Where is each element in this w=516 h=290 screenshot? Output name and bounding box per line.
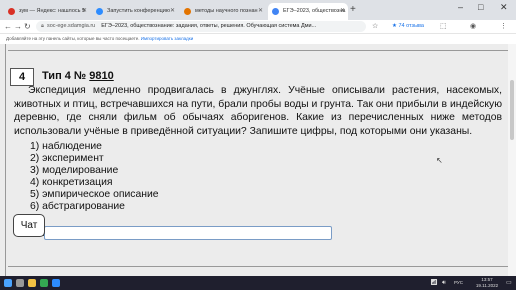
bookmarks-hint: Добавляйте на эту панель сайты, которые … <box>6 36 140 41</box>
maximize-icon[interactable]: □ <box>478 2 483 12</box>
tab-methods[interactable]: методы научного познан ✕ <box>180 3 266 20</box>
reviews-badge[interactable]: ★ 74 отзыва <box>392 20 424 33</box>
task-id-link[interactable]: 9810 <box>89 70 113 82</box>
tab-label: ЕГЭ–2023, обществозна <box>283 8 346 14</box>
clock-date: 19.11.2022 <box>475 283 499 288</box>
scrollbar[interactable] <box>508 44 516 276</box>
task-type-label: Тип 4 № <box>42 70 90 82</box>
language-indicator[interactable]: РУС <box>454 280 463 286</box>
volume-icon[interactable]: 🔊︎ <box>442 279 446 287</box>
tab-label: Запустить конференцию <box>107 8 170 14</box>
option-item: 4) конкретизация <box>30 177 113 188</box>
tab-label: методы научного познан <box>195 8 258 14</box>
tab-ege[interactable]: ЕГЭ–2023, обществозна ✕ <box>268 3 348 20</box>
import-bookmarks-link[interactable]: Импортировать закладки <box>141 36 193 41</box>
new-tab-button[interactable]: + <box>350 3 356 17</box>
chrome-icon[interactable] <box>40 279 48 287</box>
tab-zoom[interactable]: Запустить конференцию ✕ <box>92 3 178 20</box>
mouse-cursor-icon: ↖ <box>436 156 443 165</box>
page-title-text: ЕГЭ–2023, обществознание: задания, ответ… <box>101 23 317 29</box>
divider <box>8 50 508 51</box>
forward-icon[interactable]: → <box>14 20 22 33</box>
option-item: 3) моделирование <box>30 165 119 176</box>
option-item: 1) наблюдение <box>30 141 102 152</box>
url-text: soc-ege.sdamgia.ru <box>46 23 96 29</box>
tab-yandex[interactable]: зум — Яндекс: нашлось 5 ✕ <box>4 3 90 20</box>
close-icon[interactable]: ✕ <box>82 3 87 20</box>
url-field[interactable]: 🔒︎ soc-ege.sdamgia.ru ЕГЭ–2023, обществозн… <box>36 21 366 32</box>
task-type: Тип 4 № 9810 <box>42 68 114 84</box>
taskbar: 📶︎ 🔊︎ РУС 13:57 19.11.2022 ▭ <box>0 276 516 290</box>
bookmarks-bar: Добавляйте на эту панель сайты, которые … <box>0 34 516 44</box>
clock[interactable]: 13:57 19.11.2022 <box>472 277 502 289</box>
divider <box>8 266 508 267</box>
bookmark-star-icon[interactable]: ☆ <box>372 20 378 33</box>
reload-icon[interactable]: ↻ <box>24 20 31 33</box>
notifications-icon[interactable]: ▭ <box>506 279 512 287</box>
answer-input[interactable] <box>44 226 332 240</box>
file-explorer-icon[interactable] <box>28 279 36 287</box>
question-text: Экспедиция медленно продвигалась в джунг… <box>14 85 502 137</box>
chat-button[interactable]: Чат <box>13 214 45 237</box>
windows-start-icon[interactable] <box>4 279 12 287</box>
yandex-icon <box>8 8 15 15</box>
back-icon[interactable]: ← <box>4 20 12 33</box>
close-icon[interactable]: ✕ <box>258 3 263 20</box>
zoom-icon <box>96 8 103 15</box>
sdamgia-icon <box>272 8 279 15</box>
profile-icon[interactable]: ◉ <box>470 20 476 33</box>
divider <box>5 44 6 276</box>
network-icon[interactable]: 📶︎ <box>430 279 438 287</box>
option-item: 2) эксперимент <box>30 153 104 164</box>
option-item: 5) эмпирическое описание <box>30 189 159 200</box>
close-icon[interactable]: ✕ <box>170 3 175 20</box>
scrollbar-thumb[interactable] <box>510 80 514 140</box>
page-icon <box>184 8 191 15</box>
lock-icon: 🔒︎ <box>41 23 44 29</box>
minimize-icon[interactable]: – <box>458 2 463 12</box>
option-item: 6) абстрагирование <box>30 201 125 212</box>
extensions-icon[interactable]: ⬚ <box>440 20 447 33</box>
search-icon[interactable] <box>16 279 24 287</box>
close-icon[interactable]: ✕ <box>340 3 345 20</box>
tab-strip: зум — Яндекс: нашлось 5 ✕ Запустить конф… <box>0 0 516 20</box>
tab-label: зум — Яндекс: нашлось 5 <box>19 8 86 14</box>
options-list: 1) наблюдение 2) эксперимент 3) моделиро… <box>30 141 159 213</box>
zoom-app-icon[interactable] <box>52 279 60 287</box>
menu-icon[interactable]: ⋮ <box>500 20 507 33</box>
close-window-icon[interactable]: ✕ <box>500 2 508 13</box>
address-bar: ← → ↻ 🔒︎ soc-ege.sdamgia.ru ЕГЭ–2023, обще… <box>0 20 516 34</box>
